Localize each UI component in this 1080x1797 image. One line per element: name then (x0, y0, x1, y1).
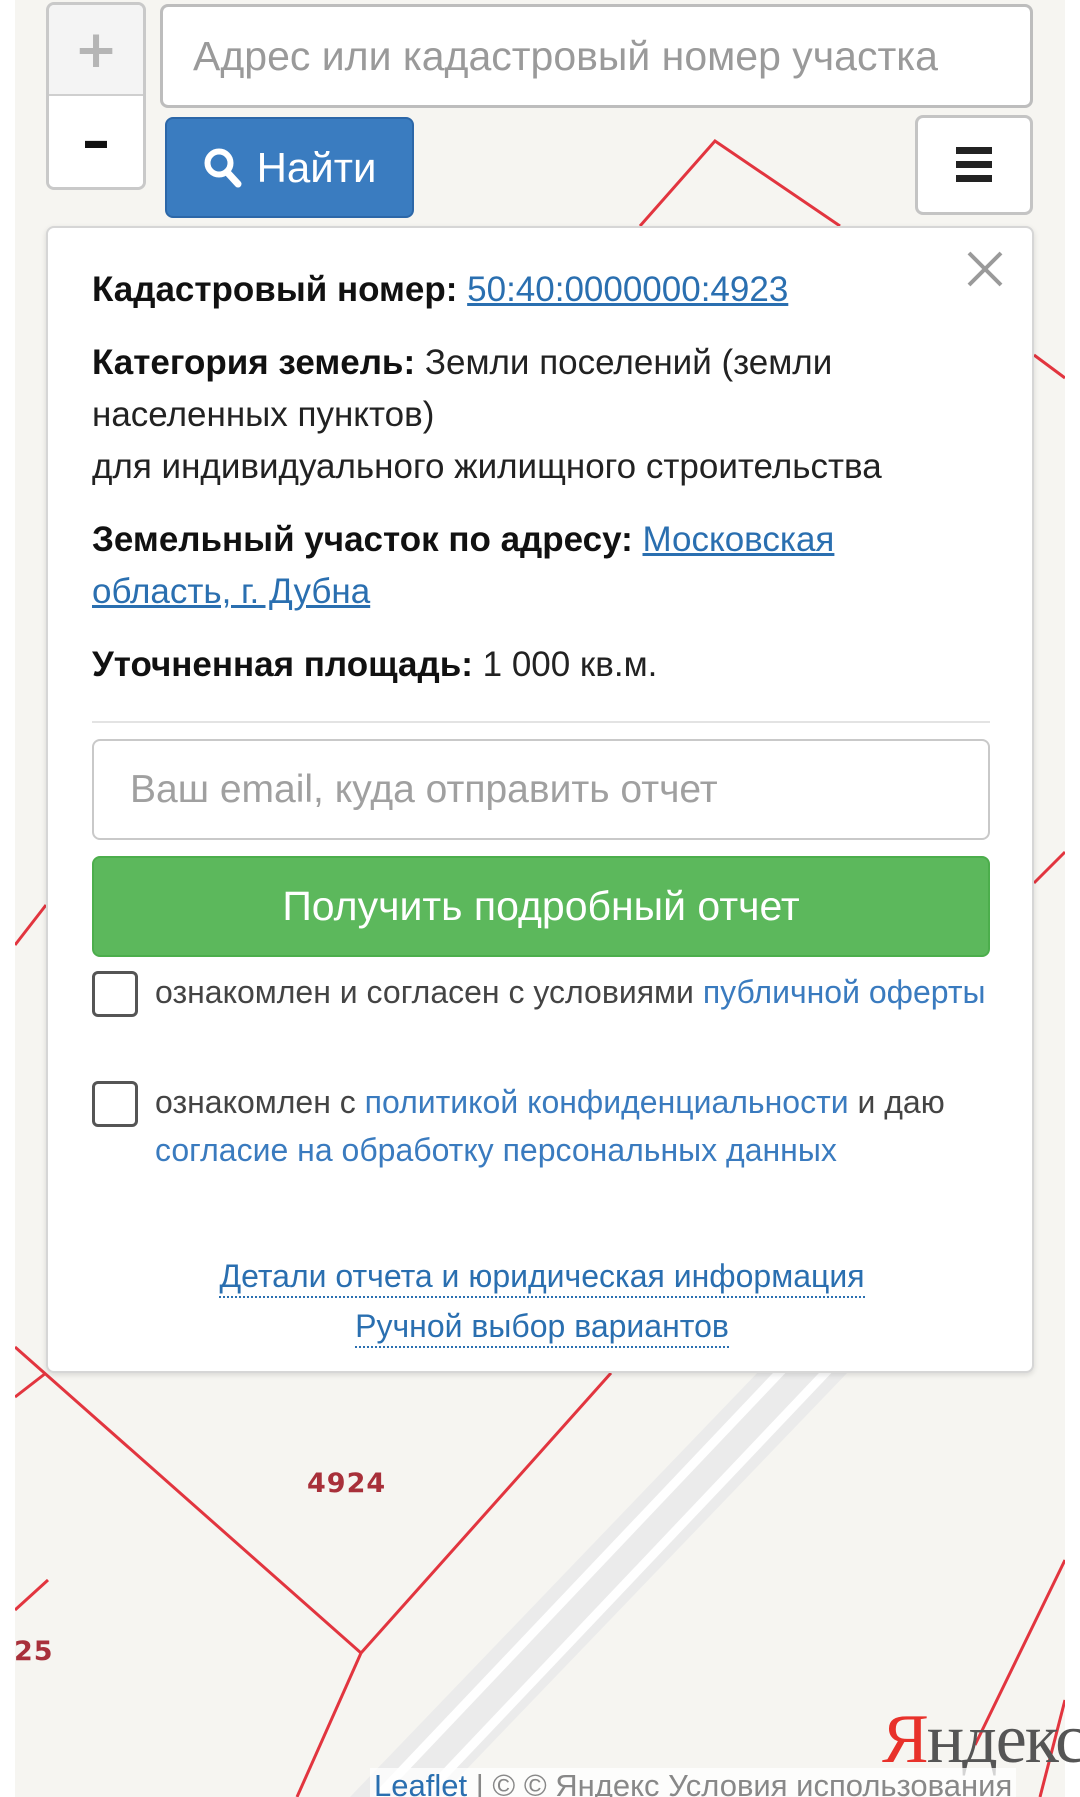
manual-selection-link[interactable]: Ручной выбор вариантов (355, 1306, 729, 1348)
divider (92, 721, 990, 723)
privacy-policy-link[interactable]: политикой конфиденциальности (365, 1084, 849, 1120)
area-value: 1 000 кв.м. (482, 645, 658, 684)
consent-offer-checkbox[interactable] (92, 971, 138, 1017)
consent-privacy-checkbox[interactable] (92, 1081, 138, 1127)
screen-edge (0, 0, 15, 1797)
cadastral-number-label: Кадастровый номер: (92, 270, 458, 309)
yandex-copyright: © Яндекс (523, 1768, 660, 1797)
land-use-value: для индивидуального жилищного строительс… (92, 447, 882, 486)
get-report-button[interactable]: Получить подробный отчет (92, 856, 990, 957)
parcel-boundary (638, 139, 841, 228)
search-input[interactable] (160, 4, 1033, 108)
cadastral-number-link[interactable]: 50:40:0000000:4923 (467, 270, 788, 309)
parcel-boundary (13, 1578, 50, 1612)
menu-button[interactable] (915, 115, 1033, 215)
area-label: Уточненная площадь: (92, 645, 473, 684)
parcel-boundary (295, 1652, 363, 1797)
yandex-logo-first-letter: Я (882, 1701, 929, 1778)
parcel-boundary (13, 904, 48, 946)
land-category-label: Категория земель: (92, 343, 416, 382)
road-edge-line (373, 1366, 786, 1797)
consent-privacy-text: ознакомлен с политикой конфиденциальност… (155, 1078, 995, 1174)
public-offer-link[interactable]: публичной оферты (703, 974, 986, 1010)
consent-privacy-label-1: ознакомлен с (155, 1084, 356, 1120)
yandex-logo-rest: ндекс (926, 1701, 1080, 1778)
parcel-info-panel: Кадастровый номер: 50:40:0000000:4923 Ка… (46, 226, 1034, 1373)
parcel-boundary (1032, 850, 1067, 885)
panel-footer-links: Детали отчета и юридическая информация Р… (48, 1251, 1036, 1351)
parcel-number-label: 25 (14, 1636, 54, 1667)
leaflet-link[interactable]: Leaflet (374, 1768, 467, 1797)
consent-privacy-label-2: и даю (857, 1084, 945, 1120)
road-edge-line (419, 1366, 832, 1797)
terms-of-use-link[interactable]: Условия использования (668, 1768, 1012, 1797)
email-field[interactable] (92, 739, 990, 840)
personal-data-consent-link[interactable]: согласие на обработку персональных данны… (155, 1132, 837, 1168)
zoom-out-button[interactable]: – (49, 96, 143, 187)
hamburger-icon (956, 147, 992, 182)
zoom-control: + – (46, 2, 146, 190)
parcel-boundary (14, 1371, 47, 1399)
map-attribution: Leaflet | © © Яндекс Условия использован… (370, 1768, 1017, 1797)
report-details-link[interactable]: Детали отчета и юридическая информация (219, 1256, 865, 1298)
map-app: 4924 25 + – Найти Кадастровый (0, 0, 1080, 1797)
screen-edge (1065, 0, 1080, 1797)
consent-offer-text: ознакомлен и согласен с условиями публич… (155, 968, 995, 1016)
cadastral-number-row: Кадастровый номер: 50:40:0000000:4923 (92, 264, 972, 316)
find-button[interactable]: Найти (165, 117, 414, 218)
find-button-label: Найти (256, 143, 377, 191)
attribution-separator: | © (475, 1768, 516, 1797)
consent-offer-label: ознакомлен и согласен с условиями (155, 974, 694, 1010)
address-label: Земельный участок по адресу: (92, 520, 633, 559)
area-row: Уточненная площадь: 1 000 кв.м. (92, 639, 972, 691)
land-category-row: Категория земель: Земли поселений (земли… (92, 337, 972, 493)
parcel-boundary (1033, 353, 1066, 380)
address-row: Земельный участок по адресу: Московская … (92, 514, 972, 618)
search-icon (204, 148, 242, 187)
parcel-number-label: 4924 (307, 1468, 387, 1499)
parcel-boundary (14, 1345, 362, 1655)
zoom-in-button[interactable]: + (49, 5, 143, 96)
